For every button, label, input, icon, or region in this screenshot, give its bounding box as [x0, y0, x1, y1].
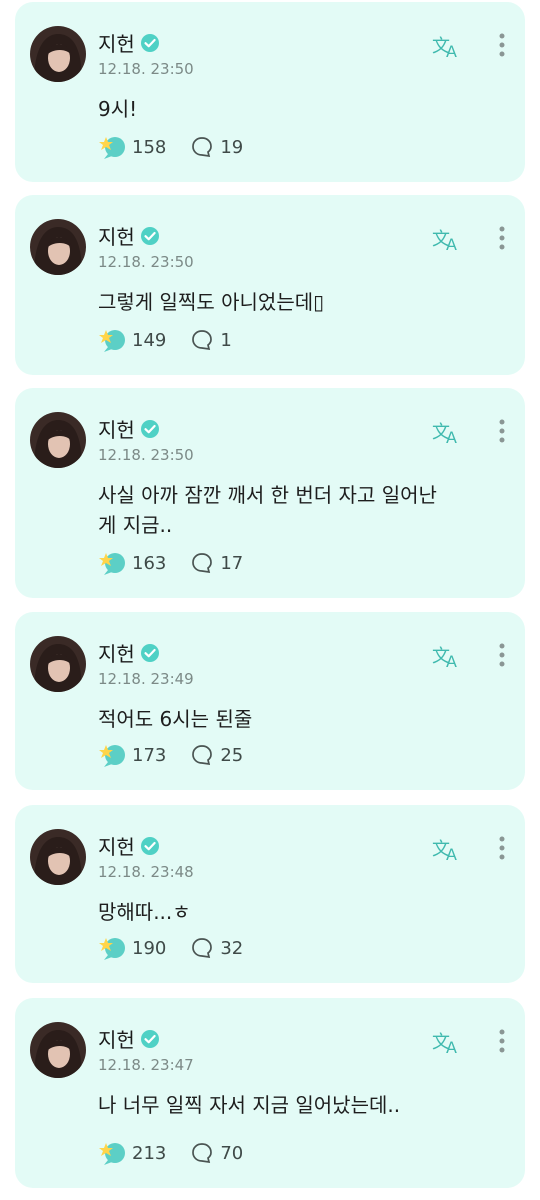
- post-card[interactable]: 지헌 12.18. 23:49 文A 적어도 6시는 된줄 173 25: [15, 612, 525, 790]
- post-card[interactable]: 지헌 12.18. 23:50 文A 9시! 158 19: [15, 2, 525, 182]
- post-time: 12.18. 23:50: [98, 253, 194, 271]
- more-vertical-icon[interactable]: [497, 835, 507, 861]
- post-card[interactable]: 지헌 12.18. 23:50 文A 그렇게 일찍도 아니었는데▯ 149 1: [15, 195, 525, 375]
- comment-button[interactable]: 1: [190, 328, 232, 352]
- post-card[interactable]: 지헌 12.18. 23:50 文A 사실 아까 잠깐 깨서 한 번더 자고 일…: [15, 388, 525, 598]
- like-button[interactable]: 173: [98, 742, 166, 768]
- verified-badge-icon: [140, 226, 159, 245]
- avatar[interactable]: [30, 219, 86, 275]
- post-text: 나 너무 일찍 자서 지금 일어났는데..: [98, 1093, 401, 1117]
- author-name[interactable]: 지헌: [98, 414, 160, 443]
- translate-icon[interactable]: 文A: [431, 416, 461, 446]
- like-bubble-icon: [99, 553, 125, 575]
- comment-button[interactable]: 70: [190, 1141, 243, 1165]
- comment-button[interactable]: 25: [190, 743, 243, 767]
- svg-text:A: A: [446, 1038, 457, 1056]
- svg-text:A: A: [446, 235, 457, 253]
- post-time: 12.18. 23:50: [98, 446, 194, 464]
- post-stats: 149 1: [98, 327, 256, 353]
- avatar[interactable]: [30, 829, 86, 885]
- author-name[interactable]: 지헌: [98, 831, 160, 860]
- post-time: 12.18. 23:49: [98, 670, 194, 688]
- post-text: 9시!: [98, 97, 138, 121]
- avatar[interactable]: [30, 1022, 86, 1078]
- comment-icon: [192, 330, 213, 351]
- post-time: 12.18. 23:50: [98, 60, 194, 78]
- post-stats: 158 19: [98, 134, 267, 160]
- like-button[interactable]: 149: [98, 327, 166, 353]
- more-vertical-icon[interactable]: [497, 32, 507, 58]
- like-bubble-icon: [99, 330, 125, 352]
- comment-icon: [192, 745, 213, 766]
- more-vertical-icon[interactable]: [497, 418, 507, 444]
- post-stats: 190 32: [98, 935, 267, 961]
- verified-badge-icon: [140, 643, 159, 662]
- svg-text:A: A: [446, 845, 457, 863]
- translate-icon[interactable]: 文A: [431, 1026, 461, 1056]
- comment-icon: [192, 938, 213, 959]
- avatar[interactable]: [30, 26, 86, 82]
- like-bubble-icon: [99, 938, 125, 960]
- like-bubble-icon: [99, 137, 125, 159]
- author-name[interactable]: 지헌: [98, 638, 160, 667]
- comment-icon: [192, 137, 213, 158]
- verified-badge-icon: [140, 33, 159, 52]
- more-vertical-icon[interactable]: [497, 225, 507, 251]
- author-name[interactable]: 지헌: [98, 1024, 160, 1053]
- avatar[interactable]: [30, 636, 86, 692]
- post-card[interactable]: 지헌 12.18. 23:48 文A 망해따...ㅎ 190 32: [15, 805, 525, 983]
- post-stats: 173 25: [98, 742, 267, 768]
- translate-icon[interactable]: 文A: [431, 640, 461, 670]
- verified-badge-icon: [140, 836, 159, 855]
- like-button[interactable]: 213: [98, 1140, 166, 1166]
- verified-badge-icon: [140, 419, 159, 438]
- comment-button[interactable]: 19: [190, 135, 243, 159]
- post-text: 사실 아까 잠깐 깨서 한 번더 자고 일어난 게 지금..: [98, 483, 437, 537]
- translate-icon[interactable]: 文A: [431, 223, 461, 253]
- comment-button[interactable]: 32: [190, 936, 243, 960]
- svg-text:A: A: [446, 652, 457, 670]
- comment-button[interactable]: 17: [190, 551, 243, 575]
- like-button[interactable]: 190: [98, 935, 166, 961]
- author-name[interactable]: 지헌: [98, 28, 160, 57]
- svg-text:A: A: [446, 42, 457, 60]
- svg-text:A: A: [446, 428, 457, 446]
- like-bubble-icon: [99, 745, 125, 767]
- more-vertical-icon[interactable]: [497, 642, 507, 668]
- like-button[interactable]: 163: [98, 550, 166, 576]
- translate-icon[interactable]: 文A: [431, 30, 461, 60]
- post-card[interactable]: 지헌 12.18. 23:47 文A 나 너무 일찍 자서 지금 일어났는데..…: [15, 998, 525, 1188]
- post-stats: 163 17: [98, 550, 267, 576]
- comment-icon: [192, 1143, 213, 1164]
- author-name[interactable]: 지헌: [98, 221, 160, 250]
- avatar[interactable]: [30, 412, 86, 468]
- translate-icon[interactable]: 文A: [431, 833, 461, 863]
- post-text: 적어도 6시는 된줄: [98, 707, 253, 731]
- post-time: 12.18. 23:48: [98, 863, 194, 881]
- like-bubble-icon: [99, 1143, 125, 1165]
- post-text: 망해따...ㅎ: [98, 900, 191, 924]
- more-vertical-icon[interactable]: [497, 1028, 507, 1054]
- comment-icon: [192, 553, 213, 574]
- like-button[interactable]: 158: [98, 134, 166, 160]
- post-text: 그렇게 일찍도 아니었는데▯: [98, 290, 325, 314]
- verified-badge-icon: [140, 1029, 159, 1048]
- post-stats: 213 70: [98, 1140, 267, 1166]
- post-time: 12.18. 23:47: [98, 1056, 194, 1074]
